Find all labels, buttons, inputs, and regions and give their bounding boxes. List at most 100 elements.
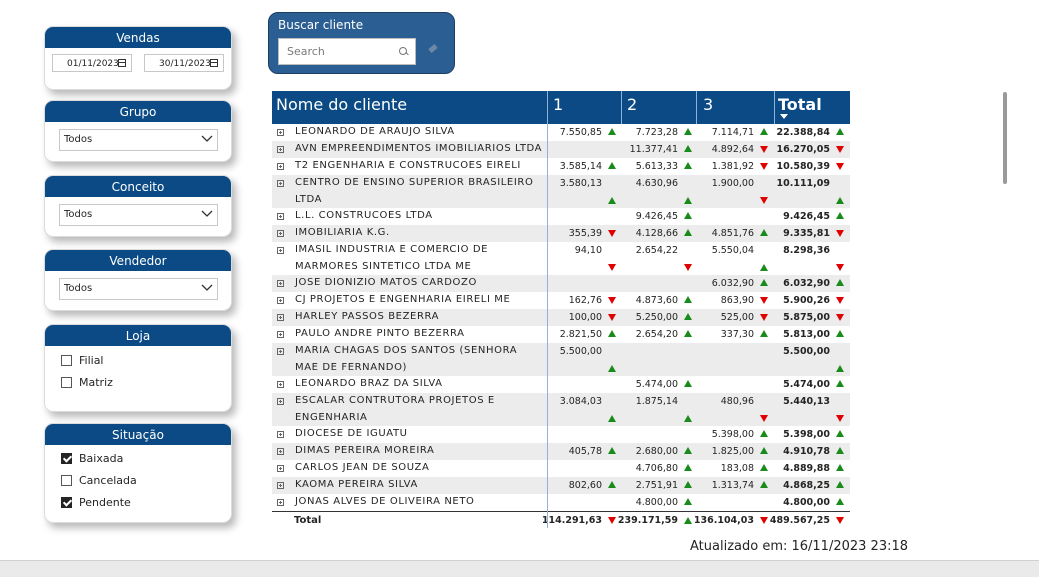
expand-icon[interactable]	[277, 381, 284, 388]
row-value-v3: 1.381,92	[711, 161, 754, 172]
table-row[interactable]: T2 ENGENHARIA E CONSTRUCOES EIRELI 3.585,…	[272, 158, 850, 175]
search-title: Buscar cliente	[278, 18, 364, 32]
vendedor-dropdown[interactable]: Todos	[59, 278, 218, 300]
table-row[interactable]: AVN EMPREENDIMENTOS IMOBILIARIOS LTDA 11.…	[272, 141, 850, 158]
row-value-v2: 2.654,20	[635, 329, 678, 340]
client-name: CENTRO DE ENSINO SUPERIOR BRASILEIRO LTD…	[295, 177, 534, 205]
table-row[interactable]: CARLOS JEAN DE SOUZA 4.706,80 183,08 4.889,…	[272, 460, 850, 477]
expand-icon[interactable]	[277, 331, 284, 338]
table-row[interactable]: MARIA CHAGAS DOS SANTOS (SENHORA MAE DE …	[272, 343, 850, 376]
situacao-option-pendente[interactable]: Pendente	[45, 491, 231, 513]
expand-icon[interactable]	[277, 247, 284, 254]
arrow-up-icon	[760, 264, 768, 271]
search-input[interactable]: Search	[278, 38, 416, 65]
row-value-v1: 7.550,85	[559, 127, 602, 138]
table-row[interactable]: IMOBILIARIA K.G. 355,39 4.128,66 4.851,76 9.…	[272, 225, 850, 242]
table-row[interactable]: LEONARDO BRAZ DA SILVA 5.474,00 5.474,00	[272, 376, 850, 393]
conceito-dropdown[interactable]: Todos	[59, 204, 218, 226]
bottom-status-bar	[0, 560, 1039, 577]
arrow-up-icon	[760, 447, 768, 454]
expand-icon[interactable]	[277, 431, 284, 438]
expand-icon[interactable]	[277, 163, 284, 170]
table-row[interactable]: HARLEY PASSOS BEZERRA 100,00 5.250,00 525,0…	[272, 309, 850, 326]
situacao-option-baixada[interactable]: Baixada	[45, 447, 231, 469]
date-from-field[interactable]: 01/11/2023	[52, 54, 132, 72]
arrow-up-icon	[836, 279, 844, 286]
checkbox[interactable]	[61, 474, 72, 486]
table-total-row: Total 114.291,63 239.171,59 136.104,03 4…	[272, 511, 850, 529]
expand-icon[interactable]	[277, 348, 284, 355]
sort-desc-icon	[780, 114, 788, 119]
header-col-1[interactable]: 1	[553, 91, 563, 124]
arrow-down-icon	[836, 517, 844, 524]
row-value-v2: 4.873,60	[635, 295, 678, 306]
arrow-up-icon	[836, 498, 844, 505]
row-total-value: 4.910,78	[783, 446, 830, 457]
table-row[interactable]: CENTRO DE ENSINO SUPERIOR BRASILEIRO LTD…	[272, 175, 850, 208]
table-row[interactable]: CJ PROJETOS E ENGENHARIA EIRELI ME 162,76…	[272, 292, 850, 309]
expand-icon[interactable]	[277, 482, 284, 489]
header-col-3[interactable]: 3	[703, 91, 713, 124]
expand-icon[interactable]	[277, 146, 284, 153]
row-total-value: 5.474,00	[783, 379, 830, 390]
expand-icon[interactable]	[277, 180, 284, 187]
expand-icon[interactable]	[277, 448, 284, 455]
table-row[interactable]: DIOCESE DE IGUATU 5.398,00 5.398,00	[272, 426, 850, 443]
arrow-down-icon	[608, 314, 616, 321]
vendedor-dropdown-value: Todos	[64, 283, 93, 294]
expand-icon[interactable]	[277, 465, 284, 472]
table-row[interactable]: DIMAS PEREIRA MOREIRA 405,78 2.680,00 1.825…	[272, 443, 850, 460]
calendar-icon[interactable]	[118, 59, 126, 67]
checkbox[interactable]	[61, 354, 72, 366]
header-col-2[interactable]: 2	[627, 91, 637, 124]
date-to-field[interactable]: 30/11/2023	[144, 54, 224, 72]
table-row[interactable]: JONAS ALVES DE OLIVEIRA NETO 4.800,00 4.80…	[272, 494, 850, 511]
arrow-up-icon	[684, 447, 692, 454]
expand-icon[interactable]	[277, 297, 284, 304]
arrow-up-icon	[760, 279, 768, 286]
loja-option-matriz[interactable]: Matriz	[45, 371, 231, 393]
table-row[interactable]: PAULO ANDRE PINTO BEZERRA 2.821,50 2.654,2…	[272, 326, 850, 343]
grupo-dropdown[interactable]: Todos	[59, 129, 218, 151]
table-row[interactable]: IMASIL INDUSTRIA E COMERCIO DE MARMORES …	[272, 242, 850, 275]
expand-icon[interactable]	[277, 213, 284, 220]
arrow-down-icon	[836, 163, 844, 170]
header-client-name[interactable]: Nome do cliente	[276, 91, 407, 124]
expand-icon[interactable]	[277, 314, 284, 321]
arrow-up-icon	[684, 313, 692, 320]
arrow-down-icon	[608, 264, 616, 271]
slicer-situacao: Situação Baixada Cancelada Pendente	[44, 423, 232, 523]
slicer-vendedor-title: Vendedor	[45, 250, 231, 271]
situacao-option-cancelada[interactable]: Cancelada	[45, 469, 231, 491]
search-icon[interactable]	[399, 47, 407, 55]
row-value-v3: 337,30	[720, 329, 754, 340]
table-row[interactable]: LEONARDO DE ARAUJO SILVA 7.550,85 7.723,28…	[272, 124, 850, 141]
expand-icon[interactable]	[277, 499, 284, 506]
expand-icon[interactable]	[277, 398, 284, 405]
checkbox[interactable]	[61, 376, 72, 388]
table-row[interactable]: L.L. CONSTRUCOES LTDA 9.426,45 9.426,45	[272, 208, 850, 225]
page-scrollbar[interactable]	[1003, 92, 1007, 184]
loja-option-filial[interactable]: Filial	[45, 349, 231, 371]
row-value-v3: 1.900,00	[711, 178, 754, 189]
arrow-down-icon	[836, 297, 844, 304]
calendar-icon[interactable]	[210, 59, 218, 67]
row-total-value: 8.298,36	[783, 245, 830, 256]
checkbox-checked[interactable]	[61, 496, 72, 508]
row-value-v1: 405,78	[568, 446, 602, 457]
expand-icon[interactable]	[277, 280, 284, 287]
table-row[interactable]: JOSE DIONIZIO MATOS CARDOZO 6.032,90 6.032…	[272, 275, 850, 292]
table-row[interactable]: ESCALAR CONTRUTORA PROJETOS E ENGENHARIA…	[272, 393, 850, 426]
row-value-v1: 802,60	[568, 480, 602, 491]
row-value-v1: 3.084,03	[559, 396, 602, 407]
arrow-up-icon	[836, 128, 844, 135]
client-name: T2 ENGENHARIA E CONSTRUCOES EIRELI	[295, 160, 521, 171]
row-value-v1: 94,10	[574, 245, 602, 256]
eraser-icon[interactable]	[428, 44, 438, 53]
expand-icon[interactable]	[277, 230, 284, 237]
arrow-up-icon	[684, 128, 692, 135]
checkbox-checked[interactable]	[61, 452, 72, 464]
table-row[interactable]: KAOMA PEREIRA SILVA 802,60 2.751,91 1.313,7…	[272, 477, 850, 494]
expand-icon[interactable]	[277, 129, 284, 136]
row-value-v2: 9.426,45	[635, 211, 678, 222]
